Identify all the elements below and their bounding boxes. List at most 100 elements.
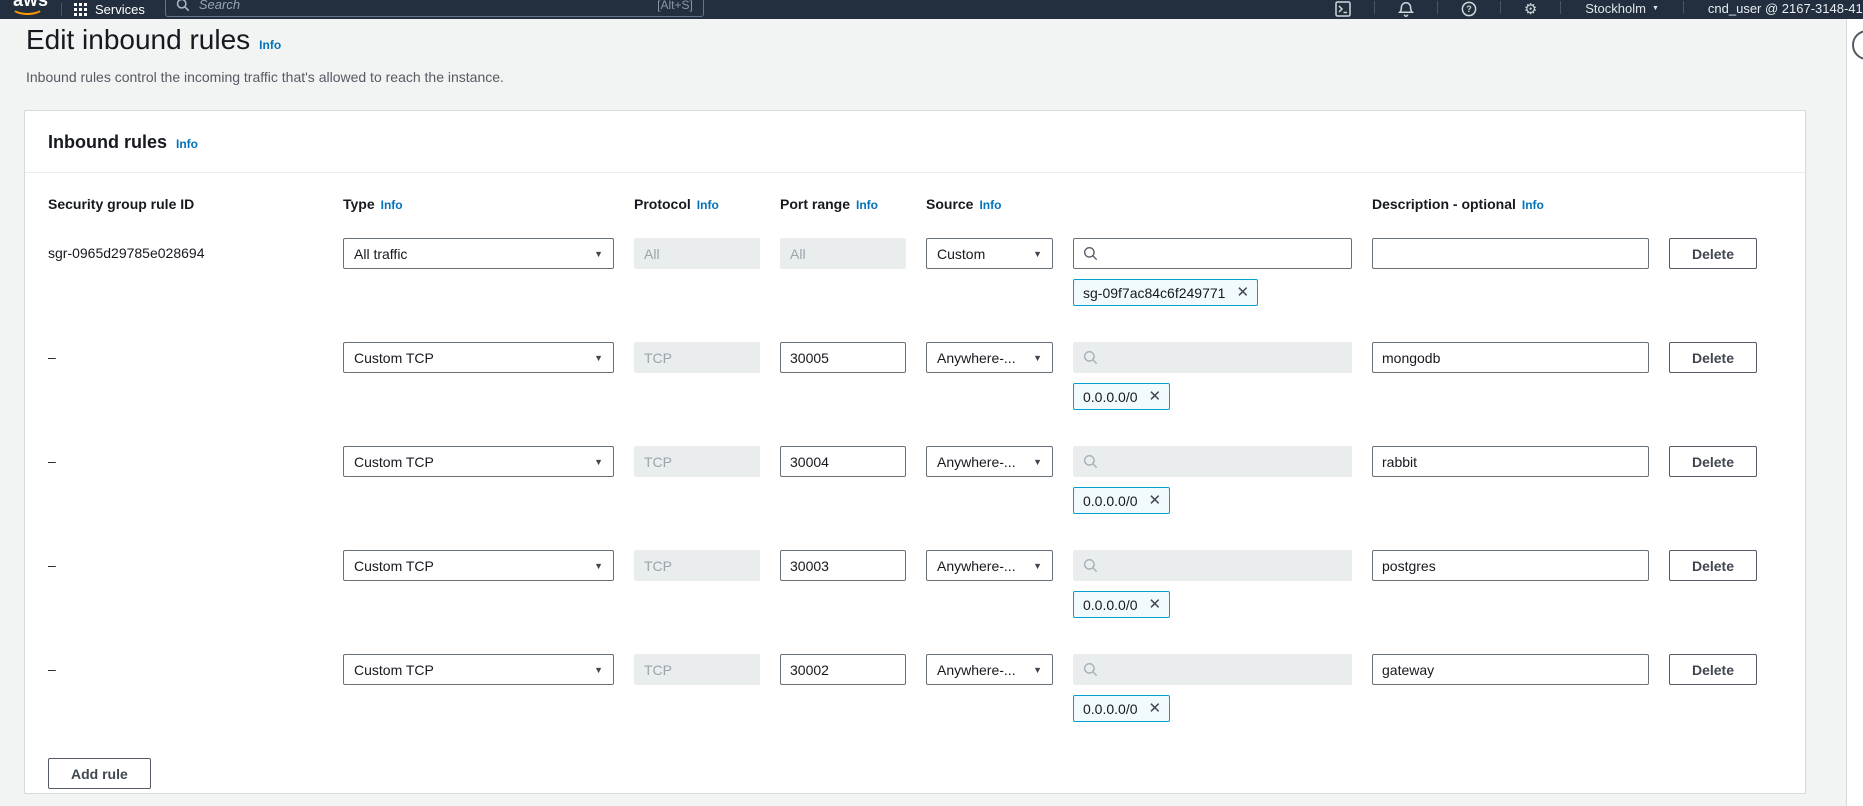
remove-token-icon[interactable]: ✕	[1147, 387, 1164, 406]
panel-title: Inbound rules	[48, 131, 167, 153]
port-range-input[interactable]	[780, 446, 906, 477]
protocol-input	[634, 654, 760, 685]
remove-token-icon[interactable]: ✕	[1147, 699, 1164, 718]
chevron-down-icon: ▼	[1033, 457, 1042, 467]
remove-token-icon[interactable]: ✕	[1234, 283, 1251, 302]
delete-rule-button[interactable]: Delete	[1669, 446, 1757, 477]
help-icon: ?	[1461, 1, 1477, 17]
help-button[interactable]: ?	[1450, 1, 1488, 17]
global-search-input[interactable]: Search [Alt+S]	[165, 0, 704, 17]
info-link[interactable]: Info	[856, 197, 878, 214]
protocol-input	[634, 446, 760, 477]
info-link[interactable]: Info	[697, 197, 719, 214]
source-token-label: sg-09f7ac84c6f249771	[1083, 285, 1225, 301]
chevron-down-icon: ▼	[1033, 561, 1042, 571]
nav-right-group: ? ⚙ Stockholm ▼ cnd_user @ 2167-3148-416	[1324, 1, 1863, 19]
source-select[interactable]: Anywhere-... ▼	[926, 446, 1053, 477]
port-range-input[interactable]	[780, 342, 906, 373]
delete-cell: Delete	[1669, 446, 1757, 477]
delete-rule-button[interactable]: Delete	[1669, 238, 1757, 269]
rule-id: –	[48, 446, 323, 477]
source-select[interactable]: Anywhere-... ▼	[926, 654, 1053, 685]
port-range-input[interactable]	[780, 550, 906, 581]
source-select[interactable]: Custom ▼	[926, 238, 1053, 269]
type-select[interactable]: Custom TCP ▼	[343, 550, 614, 581]
port-range-input[interactable]	[780, 654, 906, 685]
page-subtitle: Inbound rules control the incoming traff…	[26, 69, 504, 85]
region-selector[interactable]: Stockholm ▼	[1573, 1, 1671, 17]
page-title-info-link[interactable]: Info	[259, 38, 281, 52]
gear-icon: ⚙	[1524, 2, 1537, 17]
delete-rule-button[interactable]: Delete	[1669, 654, 1757, 685]
info-link[interactable]: Info	[381, 197, 403, 214]
source-search-input	[1105, 660, 1342, 680]
remove-token-icon[interactable]: ✕	[1147, 491, 1164, 510]
source-cell: 0.0.0.0/0 ✕	[1073, 446, 1352, 514]
side-panel-toggle-icon[interactable]	[1852, 30, 1863, 60]
info-link[interactable]: Info	[1522, 197, 1544, 214]
source-search-box	[1073, 654, 1352, 685]
description-input[interactable]	[1372, 654, 1649, 685]
panel-info-link[interactable]: Info	[176, 137, 198, 151]
column-header-source: Source Info	[926, 196, 1053, 214]
panel-body: Security group rule ID Type Info Protoco…	[25, 173, 1805, 789]
rule-row: sgr-0965d29785e028694 All traffic ▼ Cust…	[48, 238, 1782, 306]
settings-button[interactable]: ⚙	[1513, 2, 1548, 17]
nav-divider	[1437, 1, 1438, 14]
delete-rule-button[interactable]: Delete	[1669, 550, 1757, 581]
rule-id: sgr-0965d29785e028694	[48, 238, 323, 269]
type-select[interactable]: Custom TCP ▼	[343, 446, 614, 477]
source-token-label: 0.0.0.0/0	[1083, 701, 1138, 717]
protocol-input	[634, 238, 760, 269]
source-search-input[interactable]	[1105, 244, 1342, 264]
source-search-box	[1073, 342, 1352, 373]
remove-token-icon[interactable]: ✕	[1147, 595, 1164, 614]
search-icon	[176, 0, 190, 12]
type-select-value: All traffic	[354, 246, 407, 262]
delete-cell: Delete	[1669, 238, 1757, 269]
source-select-value: Anywhere-...	[937, 454, 1016, 470]
chevron-down-icon: ▼	[594, 249, 603, 259]
type-select[interactable]: Custom TCP ▼	[343, 654, 614, 685]
add-rule-button[interactable]: Add rule	[48, 758, 151, 789]
source-token: 0.0.0.0/0 ✕	[1073, 487, 1170, 514]
source-search-box	[1073, 550, 1352, 581]
type-select[interactable]: Custom TCP ▼	[343, 342, 614, 373]
services-menu[interactable]: Services	[74, 2, 145, 19]
column-header-description: Description - optional Info	[1372, 196, 1649, 214]
cloudshell-button[interactable]	[1324, 1, 1362, 17]
chevron-down-icon: ▼	[594, 457, 603, 467]
nav-divider	[1374, 1, 1375, 14]
type-select-value: Custom TCP	[354, 558, 434, 574]
chevron-down-icon: ▼	[594, 665, 603, 675]
rule-row: – Custom TCP ▼ Anywhere-... ▼ 0.0.0.0/0 …	[48, 550, 1782, 618]
type-select-value: Custom TCP	[354, 662, 434, 678]
rule-row: – Custom TCP ▼ Anywhere-... ▼ 0.0.0.0/0 …	[48, 342, 1782, 410]
delete-rule-button[interactable]: Delete	[1669, 342, 1757, 373]
source-select[interactable]: Anywhere-... ▼	[926, 550, 1053, 581]
notifications-button[interactable]	[1387, 1, 1425, 17]
source-search-box[interactable]	[1073, 238, 1352, 269]
account-menu[interactable]: cnd_user @ 2167-3148-416	[1696, 1, 1863, 17]
description-input[interactable]	[1372, 550, 1649, 581]
type-select[interactable]: All traffic ▼	[343, 238, 614, 269]
source-token: 0.0.0.0/0 ✕	[1073, 695, 1170, 722]
chevron-down-icon: ▼	[594, 561, 603, 571]
chevron-down-icon: ▼	[1033, 353, 1042, 363]
type-select-value: Custom TCP	[354, 350, 434, 366]
description-input[interactable]	[1372, 238, 1649, 269]
source-select-value: Anywhere-...	[937, 350, 1016, 366]
info-link[interactable]: Info	[979, 197, 1001, 214]
port-range-input	[780, 238, 906, 269]
page-title: Edit inbound rules	[26, 24, 250, 56]
delete-cell: Delete	[1669, 342, 1757, 373]
source-select-value: Anywhere-...	[937, 662, 1016, 678]
nav-divider	[61, 3, 62, 16]
aws-logo[interactable]: aws	[9, 0, 49, 19]
source-select[interactable]: Anywhere-... ▼	[926, 342, 1053, 373]
description-input[interactable]	[1372, 446, 1649, 477]
search-icon	[1083, 558, 1098, 573]
description-input[interactable]	[1372, 342, 1649, 373]
source-cell: 0.0.0.0/0 ✕	[1073, 342, 1352, 410]
source-select-value: Custom	[937, 246, 985, 262]
